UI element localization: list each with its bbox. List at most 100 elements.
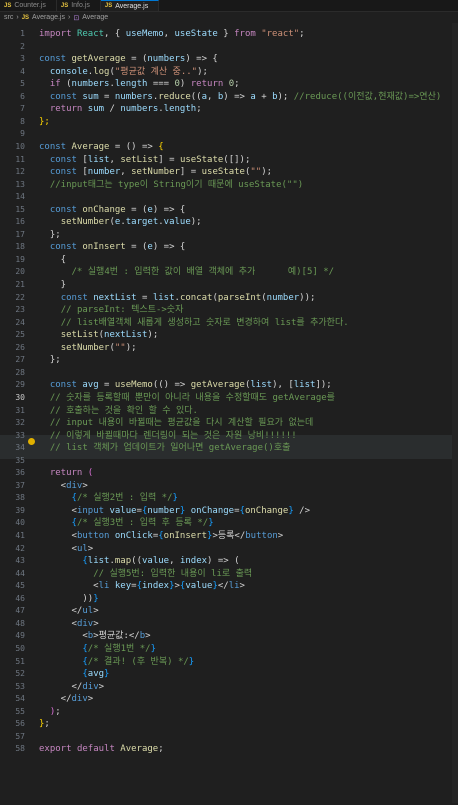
code-line[interactable]: 49 <b>평균값:</b>	[0, 630, 458, 642]
code-line[interactable]: 13 //input태그는 type이 String이기 때문에 useStat…	[0, 179, 458, 191]
code-line[interactable]: 10 const Average = () => {	[0, 141, 458, 153]
code-token: {	[158, 141, 164, 152]
code-line[interactable]: 24 // list배열객체 새롭게 생성하고 숫자로 변경하여 list를 추…	[0, 317, 458, 329]
code-line[interactable]: 34 // list 객체가 업데이트가 일어나면 getAverage()호출	[0, 442, 458, 454]
code-token: // 이렇게 바뀔때마다 렌더링이 되는 것은 자원 낭비!!!!!!	[49, 430, 297, 441]
code-line[interactable]: 44 // 실행5번: 입력한 내용이 li로 출력	[0, 568, 458, 580]
code-token: useMemo	[114, 380, 153, 391]
code-line[interactable]: 32 // input 내용이 바뀔때는 평균값을 다시 계산할 필요가 없는데	[0, 417, 458, 429]
code-line[interactable]: 36 return (	[0, 467, 458, 479]
code-token: parseInt	[217, 292, 262, 303]
breadcrumb-symbol[interactable]: Average	[82, 14, 108, 21]
tab-info-js[interactable]: JS Info.js	[57, 0, 101, 11]
code-line[interactable]: 21 }	[0, 279, 458, 291]
tab-counter-js[interactable]: JS Counter.js	[0, 0, 57, 11]
code-line[interactable]: 23 // parseInt: 텍스트->숫자	[0, 304, 458, 316]
code-line[interactable]: 37 <div>	[0, 480, 458, 492]
line-number: 46	[15, 593, 25, 603]
tab-average-js[interactable]: JS Average.js	[100, 0, 160, 11]
code-line[interactable]: 46 ))}	[0, 593, 458, 605]
code-line[interactable]: 54 </div>	[0, 693, 458, 705]
code-token: ,	[120, 167, 132, 178]
code-line[interactable]: 1 import React, { useMemo, useState } fro…	[0, 28, 458, 40]
code-line[interactable]: 18 const onInsert = (e) => {	[0, 241, 458, 253]
code-line[interactable]: 40 {/* 실행3번 : 입력 후 등록 */}	[0, 517, 458, 529]
code-line[interactable]: 4 console.log("평균값 계산 중..");	[0, 66, 458, 78]
tab-label: Average.js	[115, 2, 149, 10]
code-line[interactable]: 41 <button onClick={onInsert}>등록</button…	[0, 530, 458, 542]
code-line[interactable]: 9	[0, 128, 458, 140]
code-line[interactable]: 3 const getAverage = (numbers) => {	[0, 53, 458, 65]
code-line[interactable]: 51 {/* 결과! (후 반복) */}	[0, 656, 458, 668]
code-line[interactable]: 14	[0, 191, 458, 203]
code-token: (() =>	[152, 380, 191, 391]
code-line[interactable]: 47 </ul>	[0, 605, 458, 617]
code-line[interactable]: 19 {	[0, 254, 458, 266]
line-number: 50	[15, 643, 25, 653]
code-token: = (	[125, 54, 148, 65]
line-number: 56	[15, 719, 25, 729]
code-line[interactable]: 11 const [list, setList] = useState([]);	[0, 154, 458, 166]
code-line[interactable]: 56};	[0, 718, 458, 730]
code-line[interactable]: 58 export default Average;	[0, 743, 458, 755]
code-line[interactable]: 29 const avg = useMemo(() => getAverage(…	[0, 379, 458, 391]
line-number: 16	[15, 217, 25, 227]
breadcrumb-folder[interactable]: src	[4, 14, 13, 21]
code-token: Average	[71, 141, 110, 152]
code-line[interactable]: 15 const onChange = (e) => {	[0, 204, 458, 216]
code-text: <div>	[39, 618, 99, 630]
code-line[interactable]: 42 <ul>	[0, 543, 458, 555]
code-line[interactable]: 45 <li key={index}>{value}</li>	[0, 580, 458, 592]
code-line[interactable]: 17 };	[0, 229, 458, 241]
code-editor[interactable]: 1 import React, { useMemo, useState } fro…	[0, 23, 458, 803]
code-line[interactable]: 8};	[0, 116, 458, 128]
code-line[interactable]: 57	[0, 731, 458, 743]
code-line[interactable]: 43 {list.map((value, index) => (	[0, 555, 458, 567]
code-line[interactable]: 53 </div>	[0, 681, 458, 693]
code-line[interactable]: 25 setList(nextList);	[0, 329, 458, 341]
code-line[interactable]: 50 {/* 실행1번 */}	[0, 643, 458, 655]
code-token: ;	[299, 29, 305, 39]
code-line[interactable]: 26 setNumber("");	[0, 342, 458, 354]
code-line[interactable]: 55 );	[0, 706, 458, 718]
code-line[interactable]: 31 // 호출하는 것을 확인 할 수 있다.	[0, 405, 458, 417]
code-token: ul	[82, 606, 94, 617]
code-line[interactable]: 6 const sum = numbers.reduce((a, b) => a…	[0, 91, 458, 103]
code-token: "react"	[261, 29, 300, 39]
code-line[interactable]: 7 return sum / numbers.length;	[0, 103, 458, 115]
code-line[interactable]: 5 if (numbers.length === 0) return 0;	[0, 78, 458, 90]
code-line[interactable]: 52 {avg}	[0, 668, 458, 680]
code-line[interactable]: 33 // 이렇게 바뀔때마다 렌더링이 되는 것은 자원 낭비!!!!!!	[0, 430, 458, 442]
code-token: ((	[190, 91, 202, 102]
code-token: >	[82, 480, 88, 491]
code-text: };	[39, 718, 50, 730]
code-line[interactable]: 28	[0, 367, 458, 379]
code-token: const	[49, 380, 83, 391]
code-token: }	[150, 643, 156, 654]
code-line[interactable]: 38 {/* 실행2번 : 입력 */}	[0, 492, 458, 504]
code-line[interactable]: 16 setNumber(e.target.value);	[0, 216, 458, 228]
code-token: }	[217, 29, 235, 39]
code-token: // list 객체가 업데이트가 일어나면 getAverage()호출	[49, 443, 291, 454]
code-line[interactable]: 22 const nextList = list.concat(parseInt…	[0, 292, 458, 304]
code-line[interactable]: 30 // 숫자를 등록할때 뿐만이 아니라 내용을 수정할때도 getAver…	[0, 392, 458, 404]
breadcrumb-file[interactable]: Average.js	[32, 14, 65, 21]
code-token: /* 실행3번 : 입력 후 등록 */	[76, 518, 209, 529]
code-text: const Average = () => {	[39, 141, 164, 153]
code-line[interactable]: 27 };	[0, 354, 458, 366]
code-token: );	[277, 91, 294, 102]
code-line[interactable]: 12 const [number, setNumber] = useState(…	[0, 166, 458, 178]
code-line[interactable]: 35	[0, 455, 458, 467]
code-line[interactable]: 2	[0, 41, 458, 53]
code-line[interactable]: 48 <div>	[0, 618, 458, 630]
code-token: onChange	[82, 204, 126, 215]
code-line[interactable]: 20 /* 실행4번 : 입력한 값이 배열 객체에 추가 예)[5] */	[0, 266, 458, 278]
code-line[interactable]: 39 <input value={number} onChange={onCha…	[0, 505, 458, 517]
code-token: avg	[87, 669, 105, 680]
code-text: import React, { useMemo, useState } from…	[39, 28, 305, 40]
